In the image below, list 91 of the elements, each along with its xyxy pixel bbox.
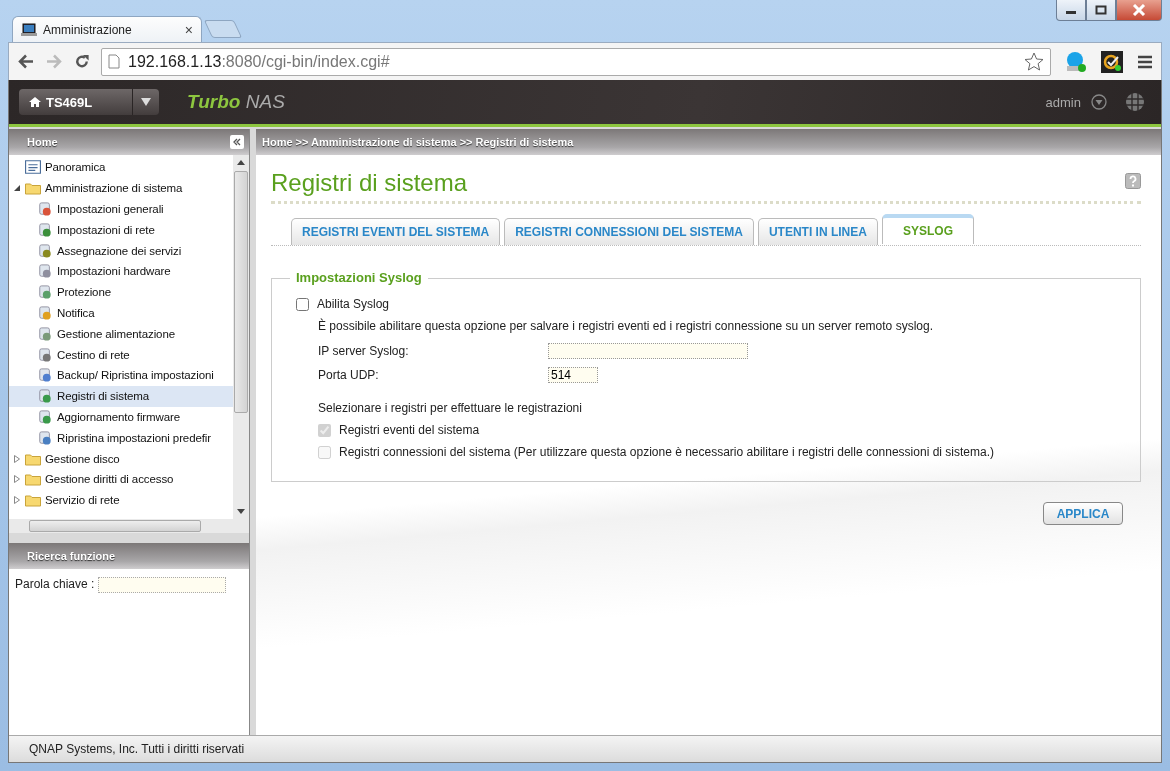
app-icon xyxy=(37,409,53,424)
brand-logo: Turbo NAS xyxy=(187,91,286,113)
url-host: 192.168.1.13 xyxy=(128,52,222,70)
maximize-button[interactable] xyxy=(1086,0,1116,21)
section-legend: Impostazioni Syslog xyxy=(290,270,428,285)
app-icon xyxy=(37,430,53,445)
star-icon[interactable] xyxy=(1024,51,1044,72)
tree-item[interactable]: Assegnazione dei servizi xyxy=(9,240,233,261)
back-icon[interactable] xyxy=(17,53,35,70)
collapsed-arrow-icon[interactable] xyxy=(13,475,21,484)
tree-item[interactable]: Gestione alimentazione xyxy=(9,323,233,345)
list-icon xyxy=(25,160,41,175)
tree-item[interactable]: Impostazioni di rete xyxy=(9,219,233,241)
input-field[interactable]: 514 xyxy=(548,367,598,383)
menu-icon[interactable] xyxy=(1137,54,1153,69)
tree-item[interactable]: Registri di sistema xyxy=(9,385,233,407)
field-label: IP server Syslog: xyxy=(318,344,410,358)
tree-item[interactable]: Notifica xyxy=(9,302,233,324)
address-bar[interactable]: 192.168.1.13:8080/cgi-bin/index.cgi# xyxy=(101,47,1051,76)
close-tab-button[interactable]: × xyxy=(184,21,193,38)
app-icon xyxy=(37,389,53,404)
app-icon xyxy=(37,264,53,279)
user-name[interactable]: admin xyxy=(1045,94,1081,110)
help-icon[interactable] xyxy=(1125,173,1141,189)
tree-item[interactable]: Impostazioni hardware xyxy=(9,261,233,282)
keyword-field[interactable] xyxy=(98,577,227,593)
app-icon xyxy=(37,368,53,383)
field-label: Porta UDP: xyxy=(318,368,380,382)
tree-item[interactable]: Gestione disco xyxy=(9,448,233,469)
search-title: Ricerca funzione xyxy=(27,550,116,562)
tree-item[interactable]: Gestione diritti di accesso xyxy=(9,468,233,490)
vertical-scrollbar[interactable] xyxy=(233,155,249,519)
collapsed-arrow-icon[interactable] xyxy=(13,454,21,463)
collapsed-arrow-icon[interactable] xyxy=(13,496,21,505)
tree-item[interactable]: Amministrazione di sistema xyxy=(9,177,233,199)
app-icon xyxy=(37,305,53,320)
description: È possibile abilitare questa opzione per salvare i registri eventi ed i registri connessione su un server remoto syslog. xyxy=(318,319,934,333)
collapse-icon[interactable] xyxy=(230,135,244,149)
checkbox-label: Registri connessioni del sistema (Per utilizzare questa opzione è necessario abilitare i registri delle connessioni di sistema.) xyxy=(339,445,994,459)
app-icon xyxy=(37,285,53,300)
tree-item[interactable]: Servizio di rete xyxy=(9,489,233,511)
home-icon xyxy=(29,96,41,108)
maximize-icon xyxy=(1095,5,1107,15)
tab[interactable]: REGISTRI CONNESSIONI DEL SISTEMA xyxy=(504,218,754,245)
app-icon xyxy=(37,326,53,341)
app-icon xyxy=(37,347,53,362)
clock-check-icon[interactable] xyxy=(1101,50,1123,73)
scroll-down-icon[interactable] xyxy=(237,509,245,515)
copyright: QNAP Systems, Inc. Tutti i diritti riservati xyxy=(29,742,245,756)
checkbox-label: Registri eventi del sistema xyxy=(339,423,480,437)
browser-tab[interactable]: Amministrazione × xyxy=(12,16,202,42)
expanded-arrow-icon[interactable] xyxy=(13,184,21,193)
device-button[interactable]: TS469L xyxy=(19,89,159,115)
sidebar-title: Home xyxy=(27,136,58,148)
globe-icon[interactable] xyxy=(1125,92,1145,112)
tree-item[interactable]: Impostazioni generali xyxy=(9,198,233,220)
tree-item[interactable]: Protezione xyxy=(9,281,233,303)
tree-item[interactable]: Ripristina impostazioni predefir xyxy=(9,427,233,449)
reload-icon[interactable] xyxy=(73,53,91,70)
tree-item[interactable]: Aggiornamento firmware xyxy=(9,406,233,428)
tree-item[interactable]: Panoramica xyxy=(9,157,233,178)
close-button[interactable] xyxy=(1116,0,1162,21)
chat-extension-icon[interactable] xyxy=(1065,50,1087,73)
caret-icon xyxy=(141,98,151,106)
keyword-label: Parola chiave : xyxy=(15,577,95,591)
tab[interactable]: REGISTRI EVENTI DEL SISTEMA xyxy=(291,218,501,245)
tree-item[interactable]: Cestino di rete xyxy=(9,344,233,365)
checkbox[interactable] xyxy=(296,297,309,311)
input-field[interactable] xyxy=(548,343,748,359)
folder-icon xyxy=(25,472,41,487)
folder-icon xyxy=(25,493,41,508)
horizontal-scrollbar[interactable] xyxy=(9,519,249,533)
tab-title: Amministrazione xyxy=(43,22,133,37)
breadcrumb: Home >> Amministrazione di sistema >> Registri di sistema xyxy=(262,136,574,148)
app-icon xyxy=(37,243,53,258)
laptop-icon xyxy=(21,22,37,37)
select-logs-label: Selezionare i registri per effettuare le registrazioni xyxy=(318,401,583,415)
url-path: :8080/cgi-bin/index.cgi# xyxy=(221,52,390,70)
checkbox-label: Abilita Syslog xyxy=(317,297,390,311)
page-icon xyxy=(108,54,120,69)
app-icon xyxy=(37,202,53,216)
folder-icon xyxy=(25,451,41,466)
close-icon xyxy=(1132,4,1146,16)
page-title: Registri di sistema xyxy=(271,169,468,197)
dropdown-icon[interactable] xyxy=(1091,94,1107,110)
folder-icon xyxy=(25,181,41,196)
scroll-up-icon[interactable] xyxy=(237,159,245,165)
app-icon xyxy=(37,222,53,237)
minimize-button[interactable] xyxy=(1056,0,1086,21)
tab[interactable]: UTENTI IN LINEA xyxy=(757,218,878,245)
tree-item[interactable]: Backup/ Ripristina impostazioni xyxy=(9,364,233,386)
